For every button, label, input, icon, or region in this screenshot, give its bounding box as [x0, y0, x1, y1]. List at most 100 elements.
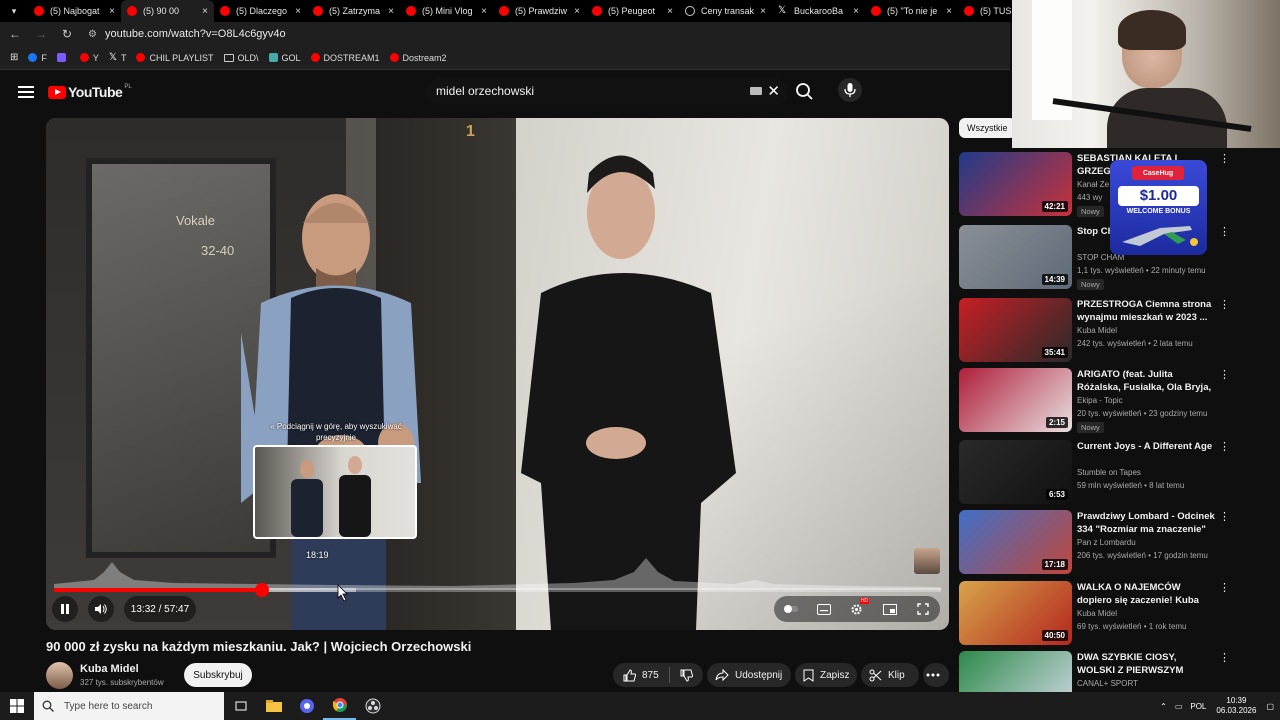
recommended-video[interactable]: 40:50 WALKA O NAJEMCÓW dopiero się zaczen…	[959, 581, 1239, 645]
browser-tab[interactable]: (5) Zatrzyma ×	[307, 0, 400, 22]
browser-tab[interactable]: Ceny transak ×	[679, 0, 772, 22]
bookmark-item[interactable]: OLD\	[223, 52, 259, 63]
clear-search-icon[interactable]: ✕	[767, 82, 780, 100]
browser-tab[interactable]: (5) Peugeot ×	[586, 0, 679, 22]
video-player[interactable]: Vokale 32-40 1 « Podciągnij w górę, aby …	[46, 118, 949, 630]
browser-tab[interactable]: (5) 90 00 ×	[121, 0, 214, 22]
bookmark-item[interactable]: Dostream2	[389, 52, 447, 63]
chrome-taskbar-icon[interactable]	[323, 692, 356, 720]
scrubber-handle[interactable]	[254, 583, 269, 597]
pause-button[interactable]	[52, 596, 78, 622]
autoplay-toggle[interactable]	[783, 601, 799, 617]
video-title[interactable]: DWA SZYBKIE CIOSY, WOLSKI Z PIERWSZYM GO…	[1077, 651, 1217, 677]
progress-bar[interactable]	[54, 583, 941, 597]
bookmark-item[interactable]: F	[28, 52, 47, 63]
forward-icon[interactable]: →	[30, 27, 52, 41]
reload-icon[interactable]: ↻	[56, 27, 78, 41]
video-thumbnail[interactable]: 40:50	[959, 581, 1072, 645]
video-title[interactable]: PRZESTROGA Ciemna strona wynajmu mieszka…	[1077, 298, 1217, 324]
subtitles-icon[interactable]	[816, 601, 832, 617]
bookmark-item[interactable]: DOSTREAM1	[310, 52, 380, 63]
file-explorer-icon[interactable]	[257, 692, 290, 720]
more-vertical-icon[interactable]: ⋮	[1219, 651, 1230, 664]
more-vertical-icon[interactable]: ⋮	[1219, 225, 1230, 238]
back-icon[interactable]: ←	[4, 27, 26, 41]
share-button[interactable]: Udostępnij	[707, 663, 791, 687]
browser-tab[interactable]: (5) Prawdziw ×	[493, 0, 586, 22]
like-button[interactable]: 875	[613, 667, 670, 683]
miniplayer-icon[interactable]	[882, 601, 898, 617]
bookmark-item[interactable]: Y	[79, 52, 99, 63]
video-title[interactable]: ARIGATO (feat. Julita Różalska, Fusialka…	[1077, 368, 1217, 394]
close-tab-icon[interactable]: ×	[388, 6, 394, 17]
windows-start-icon[interactable]	[0, 692, 34, 720]
close-tab-icon[interactable]: ×	[574, 6, 580, 17]
bookmark-item[interactable]: GOL	[268, 52, 301, 63]
casino-ad-overlay[interactable]: CaseHug $1.00 WELCOME BONUS	[1110, 160, 1207, 255]
browser-tab[interactable]: (5) Najbogat ×	[28, 0, 121, 22]
close-tab-icon[interactable]: ×	[202, 6, 208, 17]
notifications-icon[interactable]: ▢	[1266, 702, 1274, 711]
save-button[interactable]: Zapisz	[795, 663, 857, 687]
video-thumbnail[interactable]: 35:41	[959, 298, 1072, 362]
recommended-video[interactable]: 2:15 ARIGATO (feat. Julita Różalska, Fusi…	[959, 368, 1239, 433]
chip-all[interactable]: Wszystkie	[959, 118, 1016, 138]
browser-tab[interactable]: 𝕏 BuckarooBa ×	[772, 0, 865, 22]
microphone-icon[interactable]	[838, 78, 862, 102]
bookmark-item[interactable]: CHIL PLAYLIST	[136, 52, 214, 63]
search-icon[interactable]	[790, 78, 820, 104]
more-vertical-icon[interactable]: ⋮	[1219, 152, 1230, 165]
video-thumbnail[interactable]: 2:15	[959, 368, 1072, 432]
close-tab-icon[interactable]: ×	[760, 6, 766, 17]
browser-tab[interactable]: (5) "To nie je ×	[865, 0, 958, 22]
recommended-video[interactable]: 35:41 PRZESTROGA Ciemna strona wynajmu mi…	[959, 298, 1239, 362]
more-actions-button[interactable]	[923, 663, 949, 687]
app-taskbar-icon[interactable]	[290, 692, 323, 720]
close-tab-icon[interactable]: ×	[853, 6, 859, 17]
task-view-icon[interactable]	[224, 692, 257, 720]
volume-button[interactable]	[88, 596, 114, 622]
tray-network-icon[interactable]: ▭	[1175, 702, 1183, 711]
more-vertical-icon[interactable]: ⋮	[1219, 581, 1230, 594]
close-tab-icon[interactable]: ×	[295, 6, 301, 17]
keyboard-icon[interactable]	[750, 87, 762, 95]
close-tab-icon[interactable]: ×	[946, 6, 952, 17]
url-field[interactable]: ⚙ youtube.com/watch?v=O8L4c6gyv4o	[88, 24, 1010, 44]
close-tab-icon[interactable]: ×	[109, 6, 115, 17]
apps-icon[interactable]: ⊞	[10, 52, 18, 63]
dislike-button[interactable]	[670, 669, 709, 682]
settings-icon[interactable]: HD	[849, 598, 869, 617]
subscribe-button[interactable]: Subskrybuj	[184, 663, 252, 687]
recommended-video[interactable]: 6:53 Current Joys - A Different Age Stumbl…	[959, 440, 1239, 504]
tab-search-button[interactable]: ▾	[0, 0, 28, 22]
more-vertical-icon[interactable]: ⋮	[1219, 298, 1230, 311]
browser-tab[interactable]: (5) Mini Vlog ×	[400, 0, 493, 22]
obs-taskbar-icon[interactable]	[356, 692, 389, 720]
tray-chevron-icon[interactable]: ⌃	[1160, 702, 1167, 711]
close-tab-icon[interactable]: ×	[667, 6, 673, 17]
clip-button[interactable]: Klip	[861, 663, 919, 687]
video-thumbnail[interactable]: 6:53	[959, 440, 1072, 504]
more-vertical-icon[interactable]: ⋮	[1219, 510, 1230, 523]
search-input[interactable]: midel orzechowski ✕	[426, 78, 788, 104]
channel-avatar[interactable]	[46, 662, 73, 689]
channel-name[interactable]: Kuba Midel	[80, 663, 139, 675]
video-thumbnail[interactable]: 17:18	[959, 510, 1072, 574]
channel-watermark[interactable]	[914, 548, 940, 574]
youtube-logo[interactable]: YouTube PL	[48, 84, 132, 100]
video-title[interactable]: WALKA O NAJEMCÓW dopiero się zaczenie! K…	[1077, 581, 1217, 607]
more-vertical-icon[interactable]: ⋮	[1219, 440, 1230, 453]
fullscreen-icon[interactable]	[915, 601, 931, 617]
taskbar-search-input[interactable]: Type here to search	[34, 692, 224, 720]
bookmark-item[interactable]	[56, 52, 70, 63]
video-title[interactable]: Current Joys - A Different Age	[1077, 440, 1217, 453]
clock[interactable]: 10:39 06.03.2026	[1216, 696, 1256, 716]
site-info-icon[interactable]: ⚙	[88, 29, 97, 40]
video-title[interactable]: Prawdziwy Lombard - Odcinek 334 "Rozmiar…	[1077, 510, 1217, 536]
language-indicator[interactable]: POL	[1190, 702, 1206, 711]
more-vertical-icon[interactable]: ⋮	[1219, 368, 1230, 381]
bookmark-item[interactable]: 𝕏T	[109, 52, 127, 63]
recommended-video[interactable]: 17:18 Prawdziwy Lombard - Odcinek 334 "Ro…	[959, 510, 1239, 574]
video-thumbnail[interactable]: 42:21	[959, 152, 1072, 216]
menu-icon[interactable]	[18, 86, 34, 98]
